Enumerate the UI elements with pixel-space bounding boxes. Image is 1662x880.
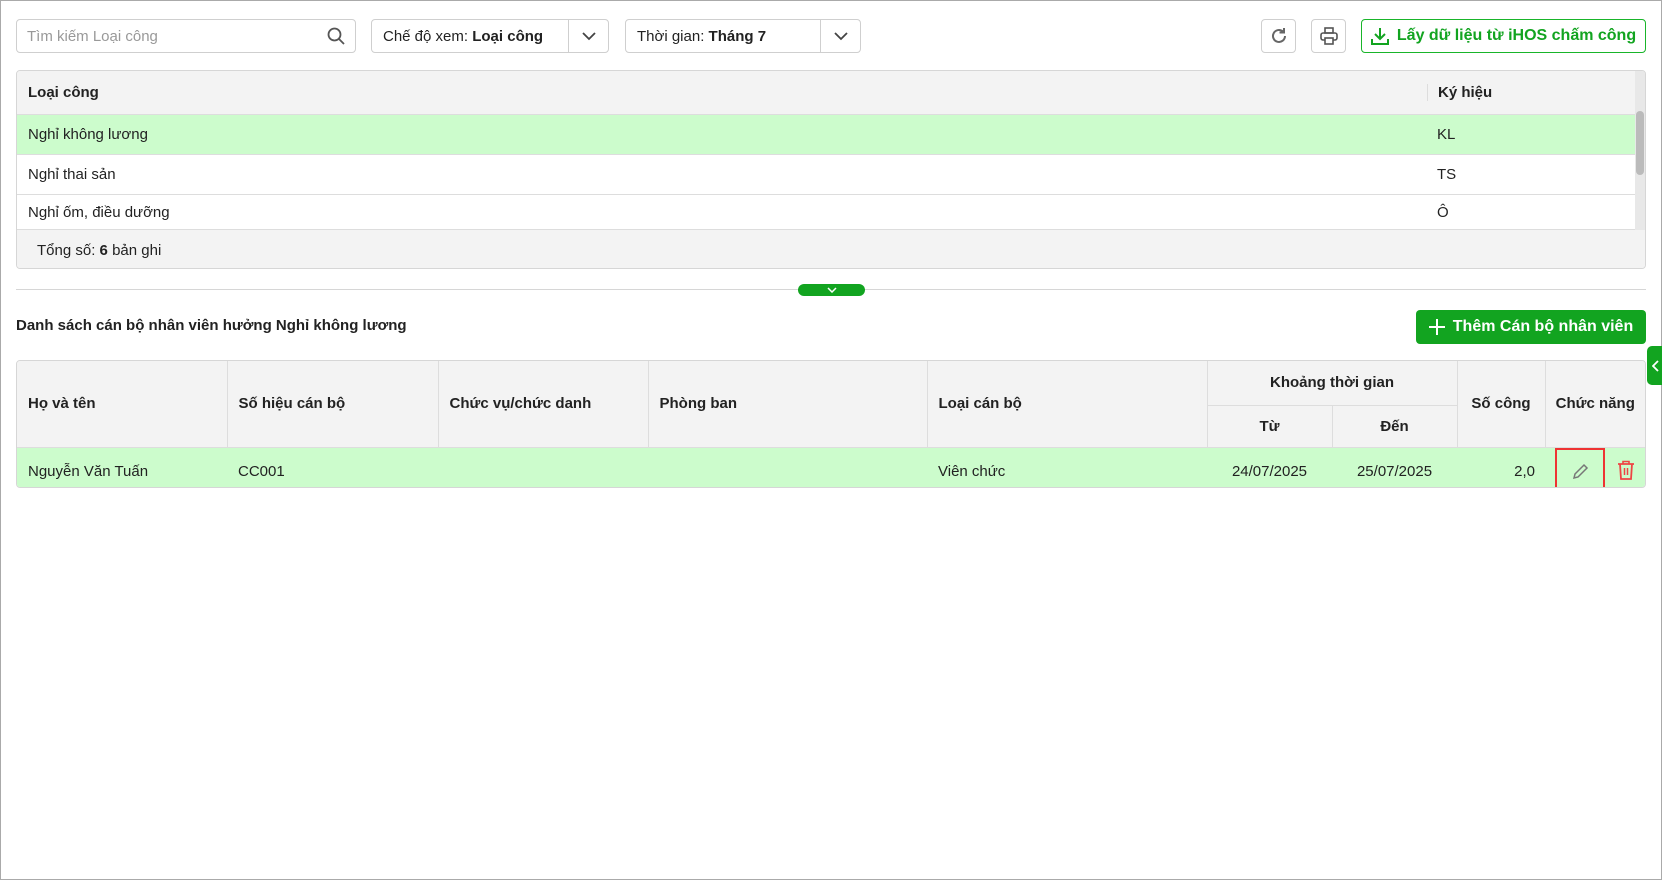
header-from: Từ: [1207, 405, 1333, 448]
header-name: Họ và tên: [17, 361, 228, 448]
staff-position: [438, 447, 648, 487]
header-position: Chức vụ/chức danh: [438, 361, 649, 448]
work-type-code: TS: [1437, 166, 1457, 183]
chevron-down-icon[interactable]: [568, 20, 608, 52]
table-header: Loại công Ký hiệu: [17, 71, 1645, 115]
staff-id: CC001: [227, 447, 438, 487]
staff-type: Viên chức: [927, 447, 1207, 487]
time-value: Tháng 7: [708, 27, 767, 45]
header-staff-type: Loại cán bộ: [927, 361, 1208, 448]
view-mode-label: Chế độ xem:: [383, 27, 469, 45]
table-row[interactable]: Nguyễn Văn Tuấn CC001 Viên chức 24/07/20…: [17, 447, 1645, 487]
work-type-name: Nghỉ không lương: [28, 126, 148, 143]
table-footer: Tổng số: 6 bản ghi: [17, 230, 1645, 268]
work-days: 2,0: [1457, 447, 1546, 487]
plus-icon: [1428, 319, 1445, 335]
total-suffix: bản ghi: [112, 241, 162, 259]
search-box[interactable]: [16, 19, 356, 53]
add-staff-button[interactable]: Thêm Cán bộ nhân viên: [1416, 310, 1646, 344]
header-staff-id: Số hiệu cán bộ: [227, 361, 439, 448]
time-select[interactable]: Thời gian: Tháng 7: [625, 19, 861, 53]
trash-icon: [1618, 460, 1635, 480]
download-icon: [1370, 28, 1389, 45]
work-type-name: Nghỉ thai sản: [28, 166, 116, 183]
print-button[interactable]: [1311, 19, 1346, 53]
pencil-icon: [1572, 463, 1588, 479]
refresh-icon: [1271, 28, 1286, 43]
scrollbar[interactable]: [1635, 71, 1645, 230]
header-period: Khoảng thời gian: [1207, 361, 1458, 406]
delete-button[interactable]: [1617, 460, 1635, 484]
total-label: Tổng số:: [37, 241, 96, 259]
printer-icon: [1319, 27, 1338, 45]
refresh-button[interactable]: [1261, 19, 1296, 53]
fetch-ihos-label: Lấy dữ liệu từ iHOS chấm công: [1396, 27, 1637, 44]
chevron-down-icon[interactable]: [820, 20, 860, 52]
search-icon[interactable]: [327, 27, 345, 45]
edit-button[interactable]: [1554, 447, 1605, 487]
header-department: Phòng ban: [648, 361, 928, 448]
view-mode-select[interactable]: Chế độ xem: Loại công: [371, 19, 609, 53]
staff-name: Nguyễn Văn Tuấn: [17, 447, 227, 487]
header-work-type: Loại công: [28, 84, 99, 101]
staff-department: [648, 447, 927, 487]
view-mode-value: Loại công: [472, 27, 544, 45]
header-to: Đến: [1332, 405, 1458, 448]
table-row[interactable]: Nghỉ không lương KL: [17, 115, 1645, 155]
table-row[interactable]: Nghỉ thai sản TS: [17, 155, 1645, 195]
period-from: 24/07/2025: [1207, 447, 1332, 487]
total-count: 6: [99, 241, 108, 259]
work-type-name: Nghỉ ốm, điều dưỡng: [28, 203, 170, 221]
search-input[interactable]: [27, 27, 327, 45]
fetch-ihos-button[interactable]: Lấy dữ liệu từ iHOS chấm công: [1361, 19, 1646, 53]
period-to: 25/07/2025: [1332, 447, 1458, 487]
add-staff-label: Thêm Cán bộ nhân viên: [1452, 318, 1634, 335]
header-days: Số công: [1457, 361, 1546, 448]
work-type-code: KL: [1437, 126, 1456, 143]
work-type-code: Ô: [1437, 203, 1449, 221]
work-type-table: Loại công Ký hiệu Nghỉ không lương KL Ngh…: [16, 70, 1646, 269]
row-actions: [1545, 447, 1645, 487]
side-panel-toggle[interactable]: [1647, 346, 1662, 385]
table-row[interactable]: Nghỉ ốm, điều dưỡng Ô: [17, 195, 1645, 230]
chevron-down-icon: [826, 287, 837, 293]
time-label: Thời gian:: [637, 27, 705, 45]
scrollbar-thumb[interactable]: [1636, 111, 1644, 175]
header-actions: Chức năng: [1545, 361, 1645, 448]
staff-table: Họ và tên Số hiệu cán bộ Chức vụ/chức da…: [16, 360, 1646, 488]
section-title: Danh sách cán bộ nhân viên hưởng Nghỉ kh…: [16, 317, 407, 334]
chevron-left-icon: [1651, 359, 1659, 372]
collapse-toggle[interactable]: [798, 284, 865, 296]
header-code: Ký hiệu: [1427, 84, 1645, 101]
